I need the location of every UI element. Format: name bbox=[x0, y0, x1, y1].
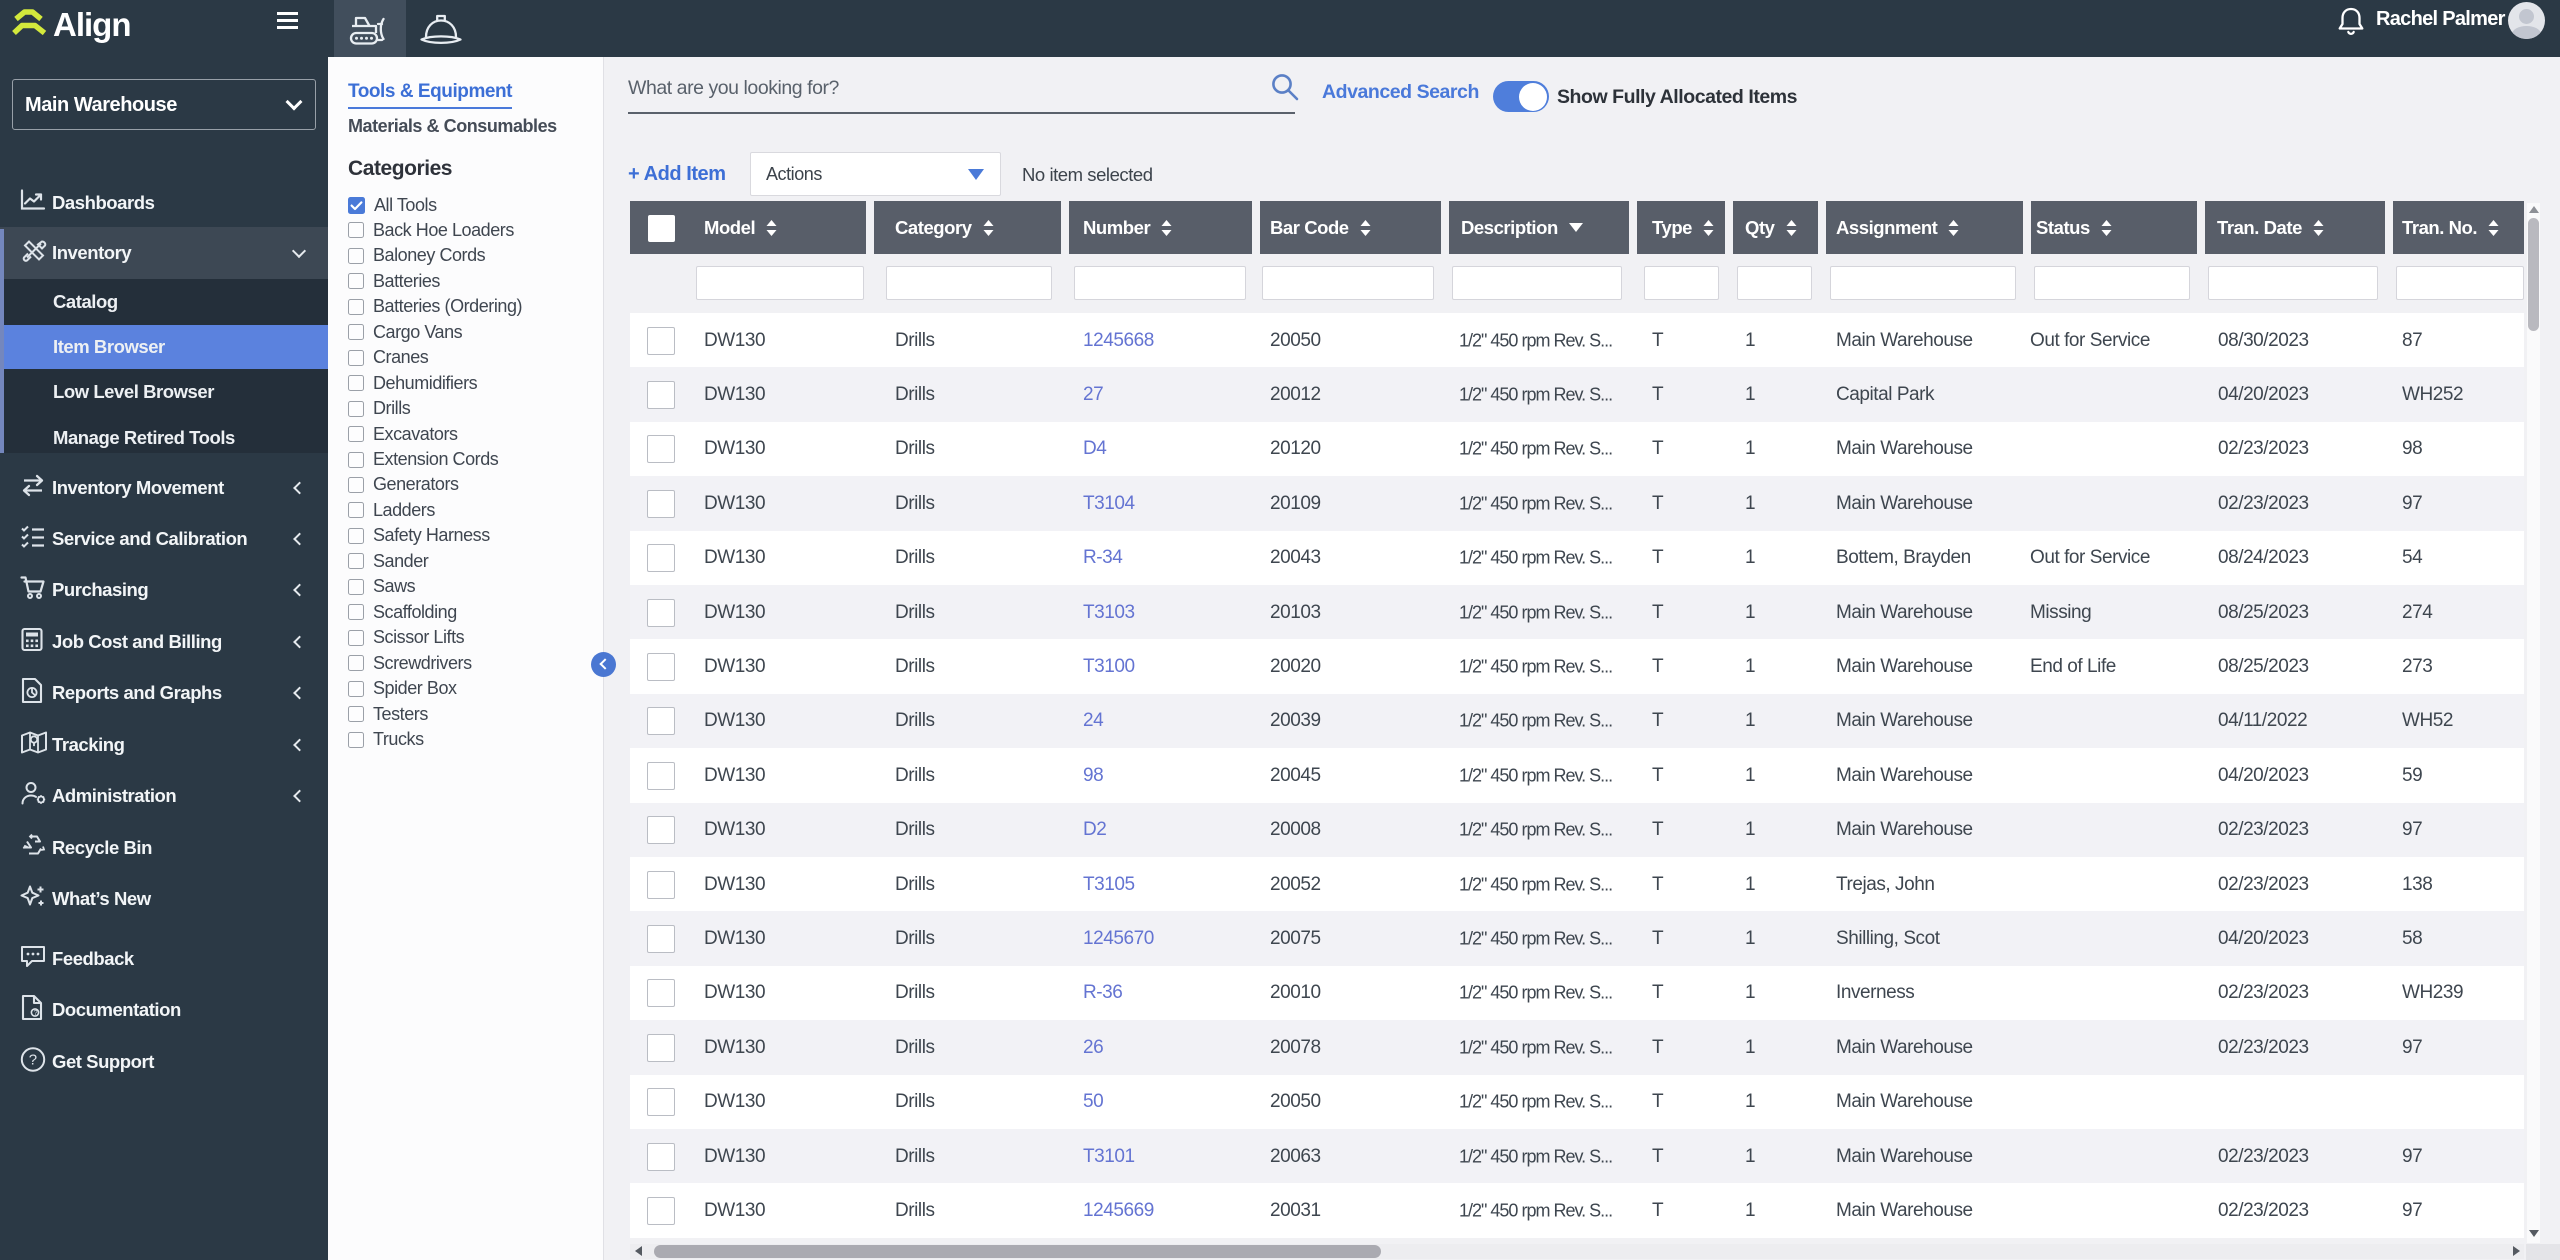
svg-text:?: ? bbox=[34, 1010, 38, 1017]
svg-text:?: ? bbox=[29, 1052, 37, 1069]
